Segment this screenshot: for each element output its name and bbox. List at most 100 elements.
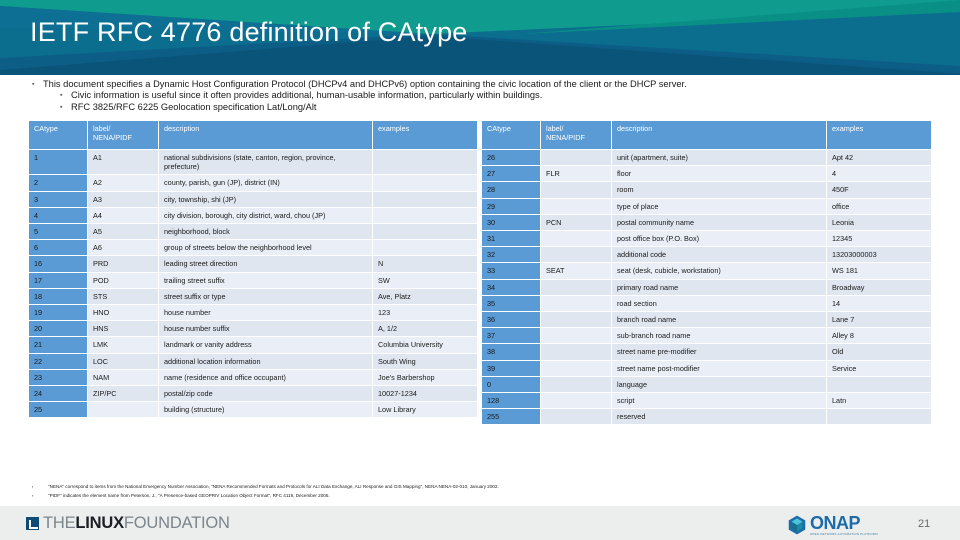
cell-examples: Leonia xyxy=(827,214,931,231)
table-row: 32 additional code 13203000003 xyxy=(482,247,931,263)
cell-label xyxy=(541,198,611,214)
bullet-text: This document specifies a Dynamic Host C… xyxy=(43,79,687,89)
cell-label xyxy=(541,182,611,198)
cell-description: trailing street suffix xyxy=(159,272,372,288)
cell-examples xyxy=(373,207,477,224)
table-row: 21 LMK landmark or vanity address Columbia … xyxy=(29,337,477,353)
cell-label: A1 xyxy=(88,150,158,175)
cell-examples: N xyxy=(373,256,477,272)
lf-word-the: THE xyxy=(43,514,76,532)
lf-word-foundation: FOUNDATION xyxy=(123,514,230,532)
table-header-row: CAtype label/NENA/PIDF description examp… xyxy=(29,121,477,149)
cell-label: PCN xyxy=(541,214,611,231)
cell-examples xyxy=(373,224,477,240)
cell-description: floor xyxy=(612,166,826,182)
cell-description: sub-branch road name xyxy=(612,328,826,344)
linux-foundation-logo: THE LINUX FOUNDATION xyxy=(26,514,230,532)
cell-examples: 4 xyxy=(827,166,931,182)
cell-catype: 6 xyxy=(29,240,87,256)
cell-catype: 34 xyxy=(482,279,540,295)
table-row: 37 sub-branch road name Alley 8 xyxy=(482,328,931,344)
cell-examples: 13203000003 xyxy=(827,247,931,263)
cell-label xyxy=(88,402,158,418)
table-row: 22 LOC additional location information Sout… xyxy=(29,353,477,369)
cell-description: street suffix or type xyxy=(159,288,372,305)
cell-label xyxy=(541,328,611,344)
footnote-text: "NENA" correspond to items from the Nati… xyxy=(48,484,499,489)
bullet-item: ▪ RFC 3825/RFC 6225 Geolocation specifica… xyxy=(60,102,960,113)
cell-label: LOC xyxy=(88,353,158,369)
bullet-text: Civic information is useful since it oft… xyxy=(71,90,543,101)
cell-label xyxy=(541,295,611,312)
cell-catype: 35 xyxy=(482,295,540,312)
cell-description: house number suffix xyxy=(159,321,372,337)
slide: IETF RFC 4776 definition of CAtype ▪ This… xyxy=(0,0,960,540)
column-header-label: label/NENA/PIDF xyxy=(541,121,611,149)
cell-label: NAM xyxy=(88,369,158,386)
cell-catype: 16 xyxy=(29,256,87,272)
bullet-item: ▪ This document specifies a Dynamic Host … xyxy=(32,79,960,90)
cell-examples: Service xyxy=(827,360,931,376)
bullet-marker-icon: ▪ xyxy=(60,103,63,111)
cell-label: A5 xyxy=(88,224,158,240)
cell-examples xyxy=(827,409,931,425)
cell-label: POD xyxy=(88,272,158,288)
cell-catype: 128 xyxy=(482,393,540,409)
cell-label xyxy=(541,150,611,166)
cell-description: city division, borough, city district, w… xyxy=(159,207,372,224)
table-row: 17 POD trailing street suffix SW xyxy=(29,272,477,288)
table-row: 5 A5 neighborhood, block xyxy=(29,224,477,240)
onap-hexagon-icon xyxy=(788,515,806,535)
table-row: 36 branch road name Lane 7 xyxy=(482,312,931,328)
cell-examples xyxy=(827,376,931,393)
cell-description: city, township, shi (JP) xyxy=(159,191,372,207)
cell-label: A6 xyxy=(88,240,158,256)
table-row: 31 post office box (P.O. Box) 12345 xyxy=(482,231,931,247)
column-header-description: description xyxy=(159,121,372,149)
cell-label: HNO xyxy=(88,305,158,321)
cell-description: county, parish, gun (JP), district (IN) xyxy=(159,175,372,191)
cell-description: unit (apartment, suite) xyxy=(612,150,826,166)
cell-examples: WS 181 xyxy=(827,263,931,279)
cell-label xyxy=(541,279,611,295)
column-header-label-line1: label/ xyxy=(546,124,564,133)
cell-catype: 28 xyxy=(482,182,540,198)
cell-label xyxy=(541,409,611,425)
cell-catype: 39 xyxy=(482,360,540,376)
footnote-text: "PIDF" indicates the element name from P… xyxy=(48,492,330,498)
cell-examples xyxy=(373,191,477,207)
page-number: 21 xyxy=(918,518,931,530)
cell-examples: A, 1/2 xyxy=(373,321,477,337)
cell-catype: 23 xyxy=(29,369,87,386)
cell-description: leading street direction xyxy=(159,256,372,272)
cell-description: building (structure) xyxy=(159,402,372,418)
cell-examples: Low Library xyxy=(373,402,477,418)
table-row: 30 PCN postal community name Leonia xyxy=(482,214,931,231)
cell-catype: 3 xyxy=(29,191,87,207)
column-header-catype: CAtype xyxy=(482,121,540,149)
cell-label: ZIP/PC xyxy=(88,386,158,402)
cell-description: post office box (P.O. Box) xyxy=(612,231,826,247)
cell-examples xyxy=(373,240,477,256)
table-row: 1 A1 national subdivisions (state, canton,… xyxy=(29,150,477,175)
onap-tagline: OPEN NETWORK AUTOMATION PLATFORM xyxy=(810,532,878,536)
cell-catype: 36 xyxy=(482,312,540,328)
cell-examples: office xyxy=(827,198,931,214)
cell-catype: 22 xyxy=(29,353,87,369)
intro-bullet-list: ▪ This document specifies a Dynamic Host … xyxy=(0,79,960,113)
footnote-item: ▪ "PIDF" indicates the element name from … xyxy=(32,492,960,501)
bullet-marker-icon: ▪ xyxy=(32,81,35,88)
cell-examples: Old xyxy=(827,344,931,360)
cell-catype: 5 xyxy=(29,224,87,240)
table-row: 35 road section 14 xyxy=(482,295,931,312)
cell-catype: 26 xyxy=(482,150,540,166)
cell-description: additional code xyxy=(612,247,826,263)
table-row: 128 script Latn xyxy=(482,393,931,409)
table-row: 20 HNS house number suffix A, 1/2 xyxy=(29,321,477,337)
table-row: 39 street name post-modifier Service xyxy=(482,360,931,376)
cell-catype: 20 xyxy=(29,321,87,337)
cell-catype: 0 xyxy=(482,376,540,393)
cell-catype: 31 xyxy=(482,231,540,247)
onap-word: ONAP xyxy=(810,513,861,533)
cell-label: A4 xyxy=(88,207,158,224)
